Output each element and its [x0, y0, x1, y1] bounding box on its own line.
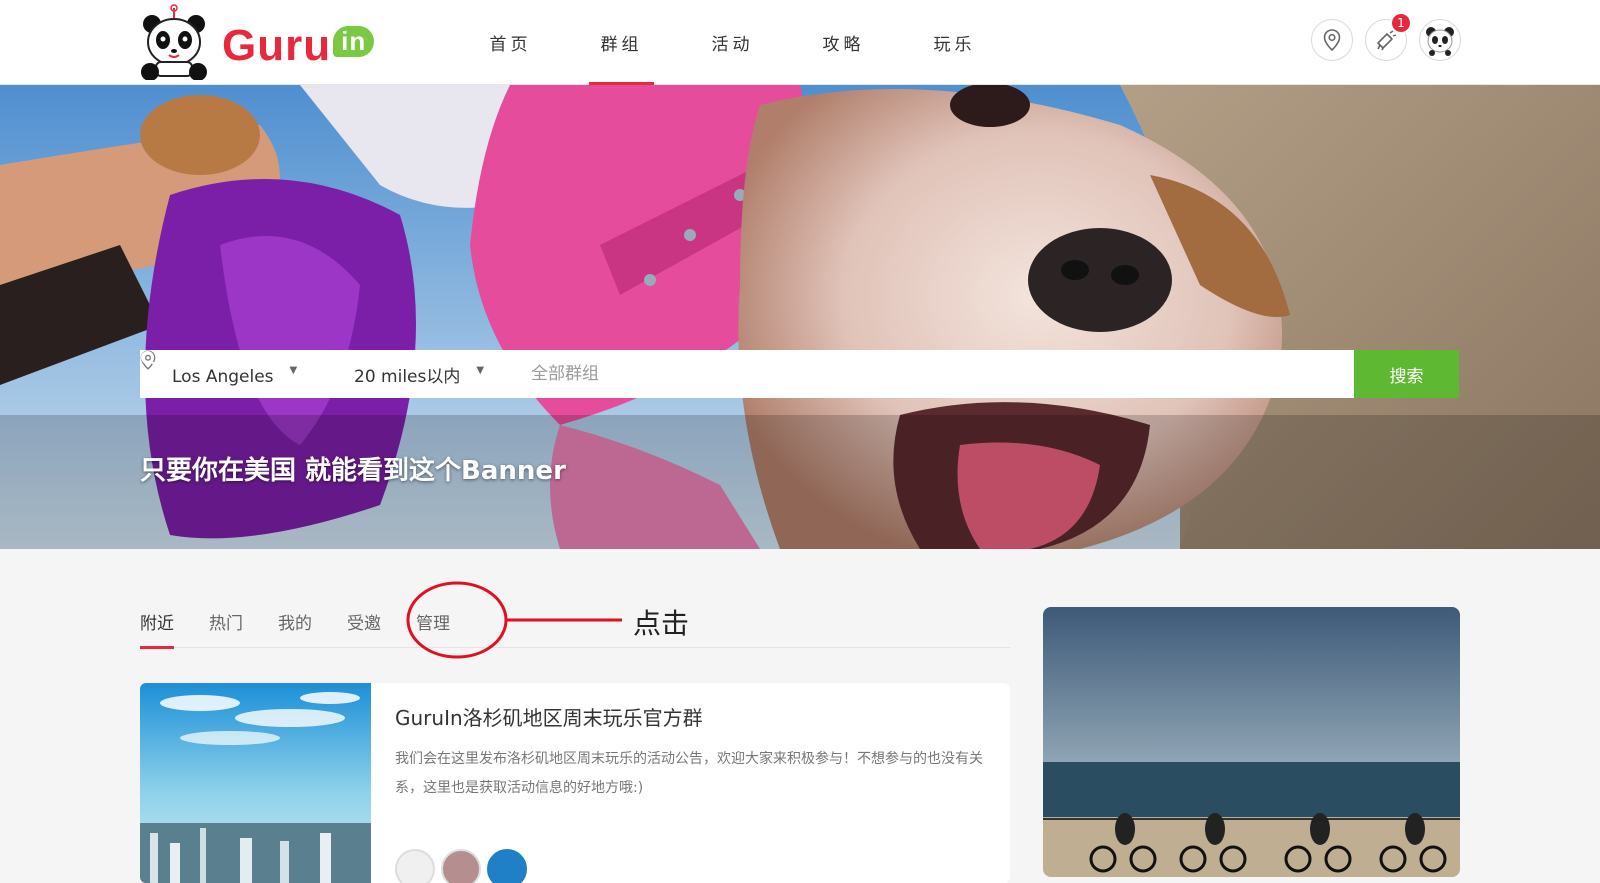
location-value: Los Angeles: [172, 367, 274, 387]
side-promo-image[interactable]: [1043, 607, 1460, 877]
nav-fun[interactable]: 玩乐: [899, 0, 1010, 85]
range-value: 20 miles以内: [354, 366, 461, 387]
chevron-down-icon: ▼: [289, 364, 298, 376]
megaphone-icon: [1377, 30, 1397, 51]
member-avatars: [395, 849, 527, 883]
group-title[interactable]: GuruIn洛杉矶地区周末玩乐官方群: [395, 702, 703, 731]
banner-caption: 只要你在美国 就能看到这个Banner: [140, 456, 566, 486]
annotation-label: 点击: [633, 607, 690, 640]
tab-mine[interactable]: 我的: [278, 600, 312, 648]
notification-button[interactable]: 1: [1365, 12, 1412, 61]
group-card[interactable]: GuruIn洛杉矶地区周末玩乐官方群 我们会在这里发布洛杉矶地区周末玩乐的活动公…: [140, 683, 1010, 883]
group-description: 我们会在这里发布洛杉矶地区周末玩乐的活动公告，欢迎大家来积极参与！不想参与的也没…: [395, 751, 983, 796]
tab-nearby[interactable]: 附近: [140, 600, 174, 649]
range-dropdown[interactable]: 20 miles以内 ▼: [354, 362, 525, 387]
location-dropdown[interactable]: Los Angeles ▼: [140, 350, 354, 387]
group-cover-image: [140, 683, 371, 883]
header-actions: 1: [1311, 12, 1461, 61]
main-nav: 首页 群组 活动 攻略 玩乐: [455, 0, 1010, 85]
nav-groups[interactable]: 群组: [566, 0, 677, 85]
avatar[interactable]: [441, 849, 481, 883]
panda-avatar-icon: [1426, 27, 1454, 56]
tab-popular[interactable]: 热门: [209, 600, 243, 648]
search-button[interactable]: 搜索: [141, 350, 1459, 398]
tab-invited[interactable]: 受邀: [347, 600, 381, 648]
chevron-down-icon: ▼: [476, 364, 485, 376]
panda-logo-icon: [141, 4, 207, 80]
avatar[interactable]: [487, 849, 527, 883]
guruin-logo[interactable]: Guru in: [138, 4, 375, 80]
location-pin-icon: [1323, 29, 1341, 51]
user-avatar-button[interactable]: [1419, 19, 1461, 61]
avatar[interactable]: [395, 849, 435, 883]
search-icon: [141, 351, 158, 368]
nav-guides[interactable]: 攻略: [788, 0, 899, 85]
annotation-circle: [406, 581, 622, 659]
logo-wordmark: Guru in: [222, 21, 375, 71]
hero-banner: Los Angeles ▼ 20 miles以内 ▼ 搜索 只要你在美国 就能看…: [0, 85, 1600, 549]
top-header: Guru in 首页 群组 活动 攻略 玩乐 1: [0, 0, 1600, 85]
logo-in-badge: in: [333, 26, 375, 57]
location-button[interactable]: [1311, 19, 1353, 61]
nav-home[interactable]: 首页: [455, 0, 566, 85]
group-search-bar: Los Angeles ▼ 20 miles以内 ▼ 搜索: [140, 350, 1459, 398]
group-search-input[interactable]: [525, 350, 1354, 398]
search-button-label: 搜索: [1389, 366, 1424, 387]
notification-badge: 1: [1390, 12, 1412, 34]
nav-events[interactable]: 活动: [677, 0, 788, 85]
